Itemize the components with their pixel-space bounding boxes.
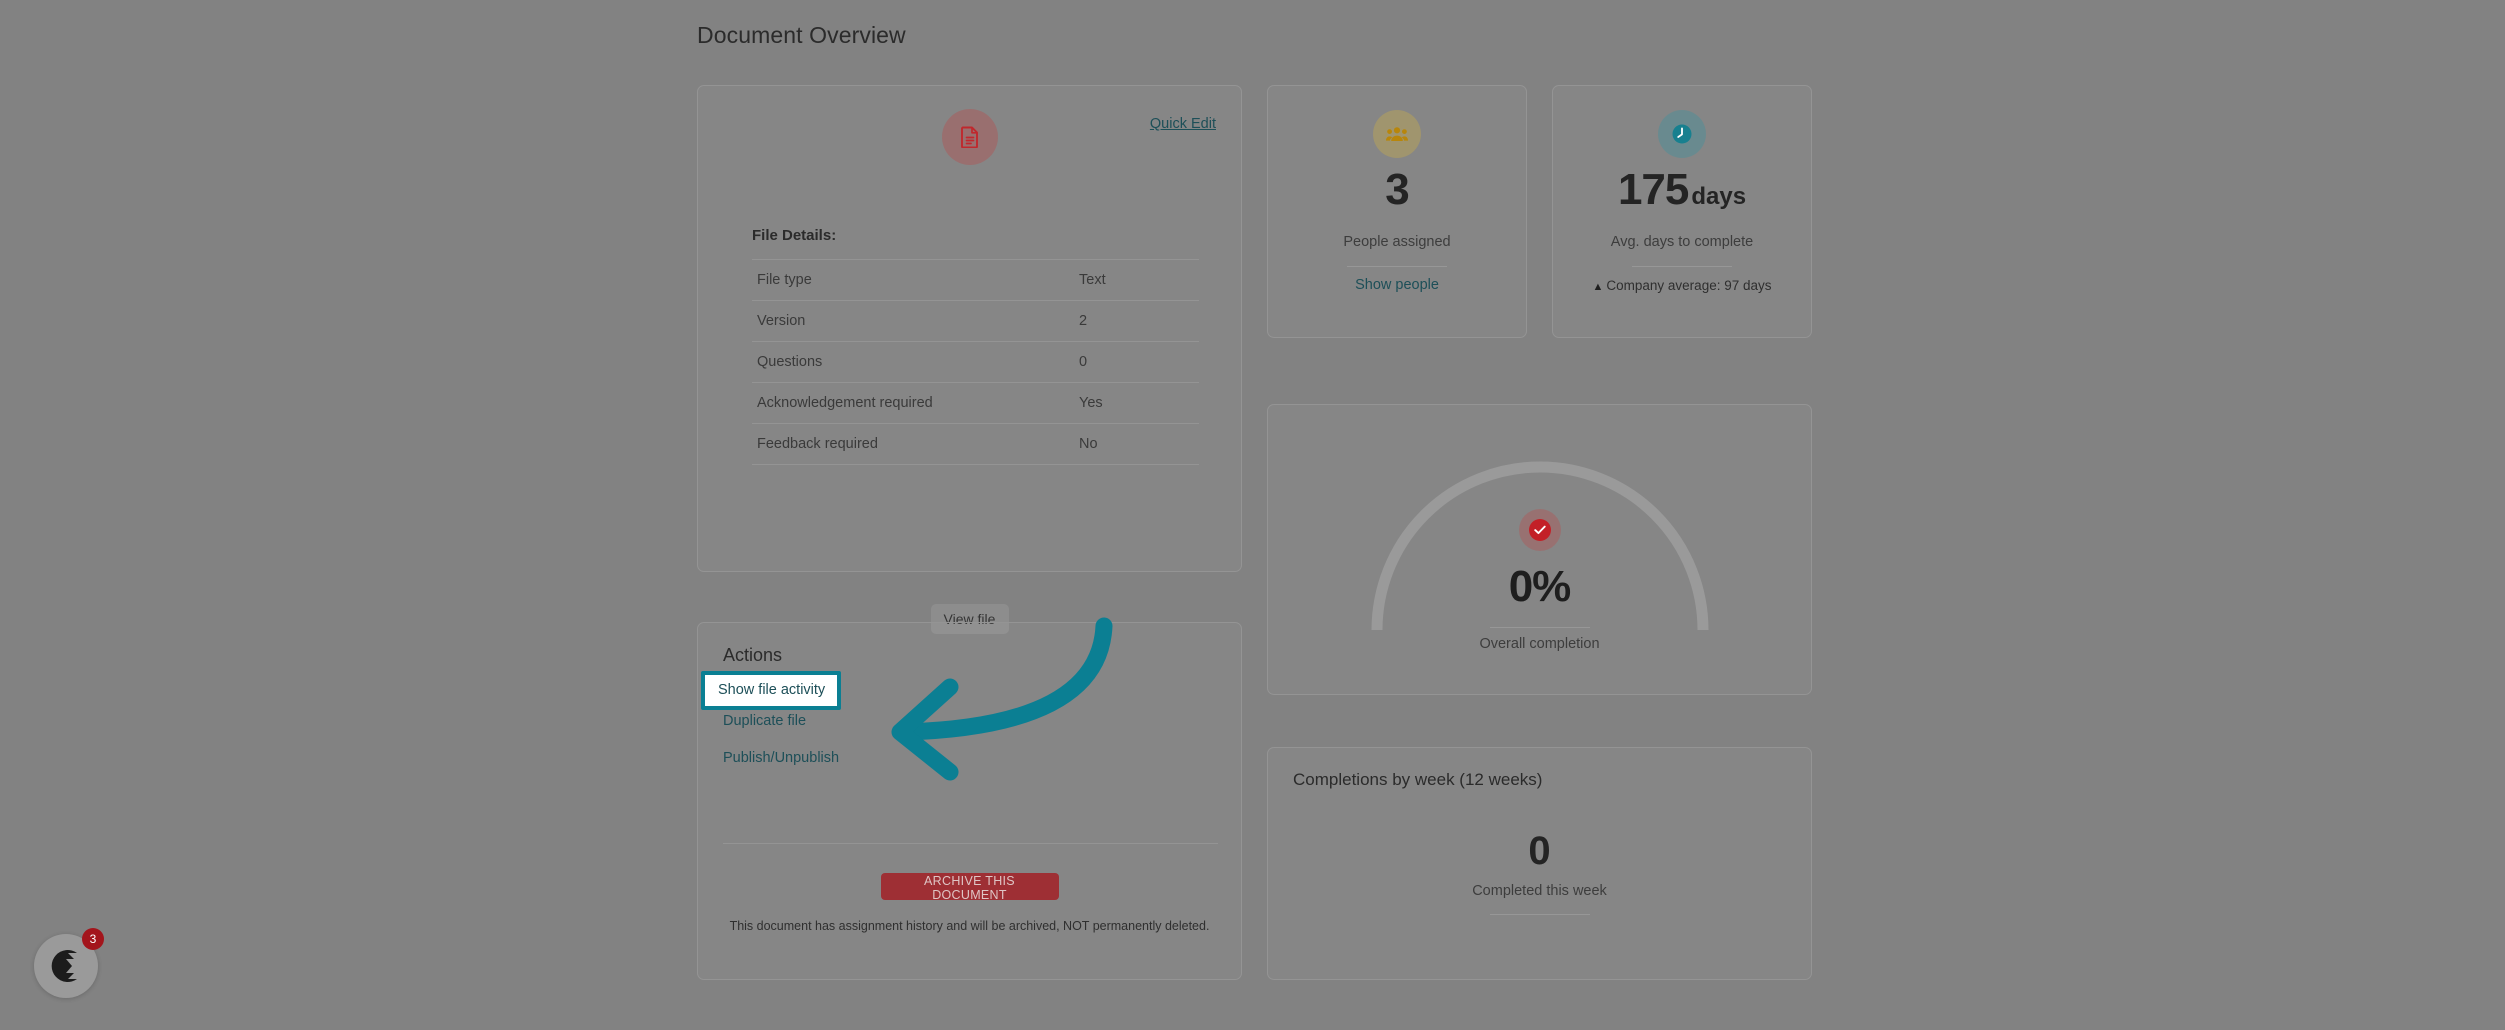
check-circle-icon (1518, 509, 1561, 551)
table-row: Questions 0 (752, 342, 1199, 383)
row-label: Feedback required (757, 436, 878, 452)
row-value: 0 (1079, 354, 1088, 370)
avg-days-value-group: 175 days (1553, 168, 1811, 212)
show-file-activity-link[interactable]: Show file activity (705, 675, 838, 706)
file-details-card: Quick Edit File Details: File type Text … (697, 85, 1242, 634)
people-group-icon (1373, 110, 1421, 158)
table-row: Acknowledgement required Yes (752, 383, 1199, 424)
archive-document-button[interactable]: ARCHIVE THIS DOCUMENT (880, 873, 1059, 902)
table-row: Version 2 (752, 301, 1199, 342)
overall-completion-label: Overall completion (1479, 636, 1600, 652)
overall-completion-card: 0% Overall completion (1267, 404, 1812, 695)
row-label: File type (757, 272, 812, 288)
divider (1347, 266, 1447, 267)
chat-logo-icon (51, 950, 77, 982)
quick-edit-link[interactable]: Quick Edit (1150, 116, 1216, 132)
file-details-table: File type Text Version 2 Questions 0 Ack… (752, 259, 1199, 465)
completions-heading: Completions by week (12 weeks) (1293, 770, 1543, 789)
company-average-text: Company average: 97 days (1606, 278, 1772, 293)
avg-days-value: 175 (1617, 165, 1689, 214)
actions-heading: Actions (723, 645, 783, 665)
row-label: Version (757, 313, 806, 329)
show-people-link[interactable]: Show people (1268, 277, 1526, 293)
row-value: No (1079, 436, 1098, 452)
divider (1632, 266, 1732, 267)
avg-days-label: Avg. days to complete (1610, 234, 1754, 250)
divider (1489, 627, 1590, 628)
completed-this-week-label: Completed this week (1472, 883, 1607, 899)
table-row: File type Text (752, 259, 1199, 301)
completed-this-week-value: 0 (1528, 829, 1551, 873)
overall-completion-value: 0% (1508, 562, 1572, 611)
company-average-comparison: ▲ Company average: 97 days (1553, 278, 1811, 293)
check-badge (1528, 519, 1551, 541)
actions-card: Actions Show file activity Duplicate fil… (697, 622, 1242, 980)
file-details-heading: File Details: (752, 227, 837, 244)
row-label: Questions (757, 354, 823, 370)
duplicate-file-link[interactable]: Duplicate file (723, 713, 806, 729)
divider (723, 843, 1218, 844)
page-root: Document Overview Quick Edit File Detail… (0, 0, 2505, 1030)
row-value: Yes (1079, 395, 1103, 411)
archive-note: This document has assignment history and… (729, 919, 1210, 933)
avg-days-unit: days (1691, 183, 1747, 210)
triangle-up-icon: ▲ (1592, 281, 1604, 293)
row-value: 2 (1079, 313, 1088, 329)
divider (1489, 914, 1590, 915)
clock-icon (1658, 110, 1706, 158)
show-file-activity-highlight: Show file activity (701, 671, 842, 710)
chat-support-widget[interactable]: 3 (34, 928, 104, 998)
people-assigned-label: People assigned (1343, 234, 1451, 250)
publish-unpublish-link[interactable]: Publish/Unpublish (723, 750, 839, 766)
document-file-icon (941, 109, 998, 165)
people-assigned-value: 3 (1385, 165, 1409, 214)
row-value: Text (1079, 272, 1106, 288)
table-row: Feedback required No (752, 424, 1199, 465)
row-label: Acknowledgement required (757, 395, 933, 411)
page-title: Document Overview (697, 22, 906, 48)
people-assigned-card: 3 People assigned Show people (1267, 85, 1527, 338)
chat-unread-badge: 3 (82, 928, 104, 950)
avg-days-card: 175 days Avg. days to complete ▲ Company a… (1552, 85, 1812, 338)
completions-by-week-card: Completions by week (12 weeks) 0 Complet… (1267, 747, 1812, 980)
